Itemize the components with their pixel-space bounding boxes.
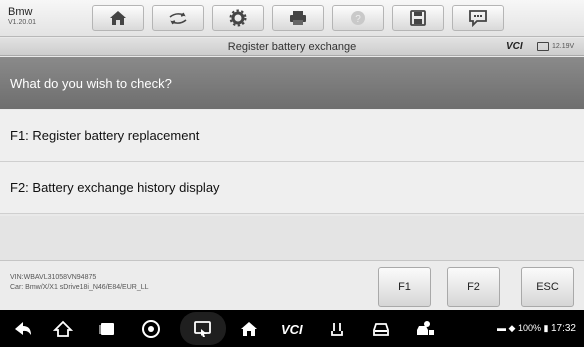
home-button[interactable] <box>92 5 144 31</box>
car-icon <box>373 323 389 336</box>
data-logging-icon <box>469 10 487 27</box>
home-icon <box>53 320 73 337</box>
notification-icon: ▬ <box>497 323 506 333</box>
screen-record-icon <box>194 321 211 337</box>
vehicle-voltage: 12.19V <box>552 43 575 50</box>
function-title-bar: Register battery exchange VCI 12.19V <box>0 38 584 56</box>
maxisys-home-button[interactable] <box>238 319 260 339</box>
chrome-button[interactable] <box>140 319 162 339</box>
back-button[interactable] <box>12 319 34 339</box>
vci-status-label: VCI <box>506 41 523 52</box>
car-info-text: Car: Bmw/X/X1 sDrive18i_N46/E84/EUR_LL <box>10 284 149 291</box>
function-item-f2[interactable]: F2: Battery exchange history display <box>0 162 584 214</box>
maxisys-home-icon <box>241 322 257 336</box>
chrome-icon <box>142 320 160 338</box>
list-empty-area <box>0 216 584 260</box>
home-icon <box>110 11 126 25</box>
help-icon: ? <box>351 11 365 25</box>
question-header: What do you wish to check? <box>0 57 584 109</box>
vehicle-swap-button[interactable] <box>152 5 204 31</box>
clock: 17:32 <box>550 323 576 334</box>
settings-gear-icon <box>229 9 247 27</box>
power-icon <box>331 323 343 336</box>
svg-text:?: ? <box>355 14 361 25</box>
f1-button[interactable]: F1 <box>378 267 431 307</box>
remote-desk-icon <box>417 321 434 335</box>
vci-manager-button[interactable]: VCI <box>280 319 306 339</box>
help-button[interactable]: ? <box>332 5 384 31</box>
question-text: What do you wish to check? <box>10 76 172 91</box>
battery-icon: ▮ <box>543 323 549 333</box>
home-nav-button[interactable] <box>52 319 74 339</box>
function-footer: VIN:WBAVL31058VN94875 Car: Bmw/X/X1 sDri… <box>0 260 584 310</box>
vehicle-swap-icon <box>169 12 187 25</box>
back-icon <box>15 322 31 335</box>
save-icon <box>410 10 426 26</box>
brand-block: Bmw V1.20.01 <box>8 6 36 28</box>
car-button[interactable] <box>370 319 392 339</box>
remote-desk-button[interactable] <box>414 319 436 339</box>
svg-text:VCI: VCI <box>281 322 303 337</box>
page-title: Register battery exchange <box>227 41 357 53</box>
settings-button[interactable] <box>212 5 264 31</box>
vehicle-battery-icon <box>537 42 549 51</box>
recent-apps-icon <box>99 323 114 335</box>
esc-button[interactable]: ESC <box>521 267 574 307</box>
function-item-f1[interactable]: F1: Register battery replacement <box>0 110 584 162</box>
vin-text: VIN:WBAVL31058VN94875 <box>10 274 97 281</box>
status-area: ▬ ◆ 100% ▮ 17:32 <box>497 323 576 334</box>
function-item-label: F1: Register battery replacement <box>10 128 200 143</box>
function-list: F1: Register battery replacement F2: Bat… <box>0 110 584 214</box>
screen-record-button[interactable] <box>192 319 214 339</box>
top-toolbar: Bmw V1.20.01 ? <box>0 0 584 37</box>
function-item-label: F2: Battery exchange history display <box>10 180 220 195</box>
system-navigation-bar: VCI ▬ ◆ 100% ▮ 17:32 <box>0 310 584 347</box>
power-button[interactable] <box>326 319 348 339</box>
print-button[interactable] <box>272 5 324 31</box>
wifi-icon: ◆ <box>508 323 516 333</box>
battery-percent: 100% <box>517 323 541 333</box>
software-version: V1.20.01 <box>8 19 37 26</box>
vehicle-brand: Bmw <box>8 6 33 18</box>
f2-button[interactable]: F2 <box>447 267 500 307</box>
recent-apps-button[interactable] <box>96 319 118 339</box>
print-icon <box>290 11 306 25</box>
vci-manager-icon: VCI <box>281 322 303 337</box>
data-logging-button[interactable] <box>452 5 504 31</box>
save-button[interactable] <box>392 5 444 31</box>
